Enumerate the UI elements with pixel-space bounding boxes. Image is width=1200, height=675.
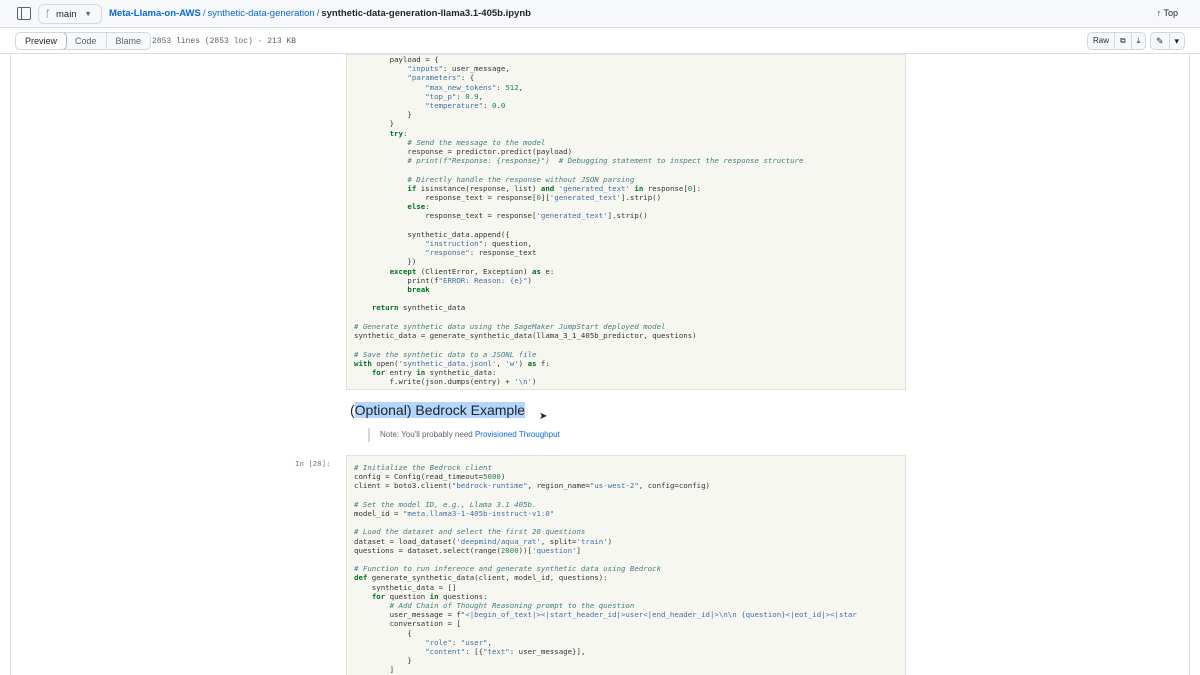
pencil-icon[interactable]: ✎ <box>1151 33 1170 49</box>
breadcrumb-file-name: synthetic-data-generation-llama3.1-405b.… <box>321 8 531 19</box>
raw-actions-group: Raw ⧉ ⤓ <box>1087 32 1147 50</box>
markdown-note: Note: You'll probably need Provisioned T… <box>368 428 560 442</box>
chevron-down-icon: ▼ <box>84 10 92 18</box>
code-cell: payload = { "inputs": user_message, "par… <box>346 54 906 390</box>
back-to-top-link[interactable]: ↑ Top <box>1157 8 1178 18</box>
heading-prefix: ( <box>350 402 355 418</box>
selected-heading-text: Optional) Bedrock Example <box>354 402 526 418</box>
code-cell: # Initialize the Bedrock client config =… <box>346 455 906 675</box>
raw-button[interactable]: Raw <box>1088 33 1116 49</box>
chevron-down-icon[interactable]: ▾ <box>1170 33 1185 49</box>
breadcrumb-repo-link[interactable]: Meta-Llama-on-AWS <box>109 8 201 19</box>
git-branch-icon: ᚴ <box>45 8 51 20</box>
note-text: Note: You'll probably need <box>380 430 475 439</box>
code-cell-source: # Initialize the Bedrock client config =… <box>354 463 857 675</box>
provisioned-throughput-link[interactable]: Provisioned Throughput <box>475 430 560 439</box>
mouse-cursor-icon: ➤ <box>539 411 548 422</box>
file-meta-info: 2853 lines (2853 loc) · 213 KB <box>152 37 297 46</box>
breadcrumb-folder-link[interactable]: synthetic-data-generation <box>207 8 314 19</box>
file-toolbar: Preview Code Blame 2853 lines (2853 loc)… <box>0 28 1200 54</box>
code-cell-source: payload = { "inputs": user_message, "par… <box>354 55 804 387</box>
branch-name: main <box>56 8 77 20</box>
view-mode-switch: Preview Code Blame <box>15 32 152 50</box>
breadcrumb: Meta-Llama-on-AWS / synthetic-data-generat… <box>109 8 531 19</box>
tab-code[interactable]: Code <box>66 33 107 49</box>
copy-icon[interactable]: ⧉ <box>1115 33 1132 49</box>
branch-selector-button[interactable]: ᚴ main ▼ <box>38 4 102 24</box>
download-icon[interactable]: ⤓ <box>1132 33 1146 49</box>
file-path-bar: ᚴ main ▼ Meta-Llama-on-AWS / synthetic-dat… <box>0 0 1200 28</box>
edit-actions-group: ✎ ▾ <box>1150 32 1186 50</box>
tab-preview[interactable]: Preview <box>16 33 68 49</box>
markdown-heading: (Optional) Bedrock Example <box>350 402 526 418</box>
sidebar-toggle-icon[interactable] <box>17 7 31 20</box>
tab-blame[interactable]: Blame <box>107 33 151 49</box>
cell-execution-count: In [28]: <box>295 459 331 468</box>
